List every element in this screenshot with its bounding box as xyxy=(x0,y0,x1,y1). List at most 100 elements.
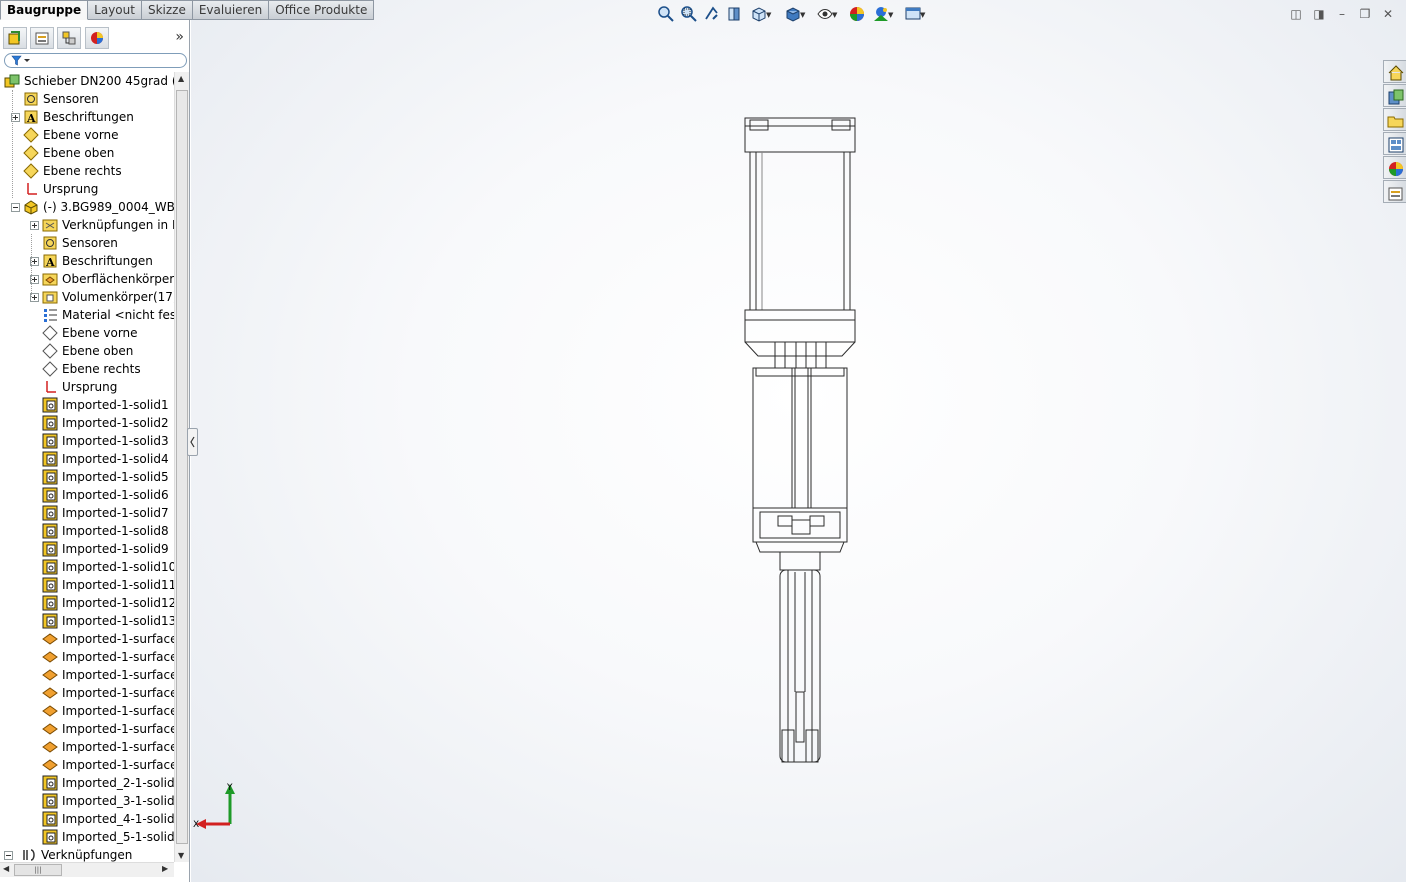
tree-item[interactable]: Imported-1-surface2 xyxy=(0,648,174,666)
tree-item[interactable]: Imported-1-surface1 xyxy=(0,630,174,648)
tree-item[interactable]: Verknüpfungen xyxy=(0,846,174,862)
tab-skizze[interactable]: Skizze xyxy=(141,0,193,20)
tree-item[interactable]: Ursprung xyxy=(0,378,174,396)
scroll-thumb[interactable] xyxy=(176,90,188,844)
configuration-manager-tab[interactable] xyxy=(57,27,81,49)
graphics-viewport[interactable]: ▼ ▼ ▼ ▼ ▼ Y X xyxy=(191,0,1406,882)
tree-item[interactable]: Imported-1-surface6 xyxy=(0,720,174,738)
tree-item[interactable]: Imported-1-solid13 xyxy=(0,612,174,630)
edit-appearance-button[interactable] xyxy=(848,5,868,25)
tree-item[interactable]: A Beschriftungen xyxy=(0,108,174,126)
display-manager-tab[interactable] xyxy=(85,27,109,49)
tree-item[interactable]: Ebene oben xyxy=(0,342,174,360)
zoom-to-area-button[interactable] xyxy=(680,5,700,25)
tab-evaluieren[interactable]: Evaluieren xyxy=(192,0,270,20)
tree-item[interactable]: Imported-1-surface7 xyxy=(0,738,174,756)
tree-item[interactable]: Ebene oben xyxy=(0,144,174,162)
apply-scene-button[interactable]: ▼ xyxy=(872,5,893,25)
scroll-thumb-horizontal[interactable]: ||| xyxy=(14,864,62,876)
custom-properties-icon xyxy=(1388,187,1403,201)
imported-solid-icon xyxy=(42,595,58,611)
collapse-icon[interactable] xyxy=(4,851,13,860)
tree-item[interactable]: Ebene vorne xyxy=(0,324,174,342)
solid-folder-icon xyxy=(42,289,58,305)
tree-item[interactable]: Material <nicht festg xyxy=(0,306,174,324)
scroll-left-icon[interactable]: ◀ xyxy=(3,864,9,873)
zoom-to-fit-button[interactable] xyxy=(657,5,677,25)
close-icon[interactable]: ✕ xyxy=(1380,6,1396,22)
tree-item[interactable]: Ebene rechts xyxy=(0,360,174,378)
tree-item[interactable]: Sensoren xyxy=(0,90,174,108)
tree-item[interactable]: Schieber DN200 45grad (Sta xyxy=(0,72,174,90)
scroll-right-icon[interactable]: ▶ xyxy=(162,864,168,873)
task-pane-view-palette-tab[interactable] xyxy=(1383,132,1406,155)
tree-item[interactable]: Imported-1-solid4 xyxy=(0,450,174,468)
tree-item[interactable]: Verknüpfungen in Ba xyxy=(0,216,174,234)
collapse-icon[interactable] xyxy=(11,203,20,212)
tree-item[interactable]: Imported-1-solid7 xyxy=(0,504,174,522)
view-orientation-button[interactable]: ▼ xyxy=(750,5,771,25)
tree-item[interactable]: Imported-1-solid2 xyxy=(0,414,174,432)
dropdown-arrow-icon[interactable]: ▼ xyxy=(800,11,805,19)
tree-item[interactable]: Imported-1-solid8 xyxy=(0,522,174,540)
feature-manager-tab[interactable] xyxy=(3,27,27,49)
task-pane-file-explorer-tab[interactable] xyxy=(1383,108,1406,131)
model-drawing[interactable] xyxy=(740,112,870,772)
tree-item[interactable]: (-) 3.BG989_0004_WB11_I xyxy=(0,198,174,216)
expand-icon[interactable] xyxy=(30,221,39,230)
tree-item[interactable]: Imported-1-solid6 xyxy=(0,486,174,504)
display-style-button[interactable]: ▼ xyxy=(784,5,805,25)
tree-item[interactable]: Imported-1-surface8 xyxy=(0,756,174,774)
tree-item[interactable]: Imported_3-1-solid1 xyxy=(0,792,174,810)
task-pane-home-tab[interactable] xyxy=(1383,60,1406,83)
tree-vertical-scrollbar[interactable]: ▲ ▼ xyxy=(174,72,189,862)
tree-item-label: Material <nicht festg xyxy=(62,308,174,322)
property-manager-tab[interactable] xyxy=(30,27,54,49)
task-pane-appearances-tab[interactable] xyxy=(1383,156,1406,179)
tree-item[interactable]: Imported-1-solid12 xyxy=(0,594,174,612)
scroll-up-icon[interactable]: ▲ xyxy=(178,74,184,83)
tree-item[interactable]: Imported-1-surface3 xyxy=(0,666,174,684)
scroll-down-icon[interactable]: ▼ xyxy=(178,851,184,860)
tree-item[interactable]: Imported-1-solid1 xyxy=(0,396,174,414)
tree-item[interactable]: A Beschriftungen xyxy=(0,252,174,270)
tree-item[interactable]: Sensoren xyxy=(0,234,174,252)
dropdown-arrow-icon[interactable]: ▼ xyxy=(766,11,771,19)
view-settings-button[interactable]: ▼ xyxy=(904,5,925,25)
tab-layout[interactable]: Layout xyxy=(88,0,142,20)
dropdown-arrow-icon[interactable]: ▼ xyxy=(832,11,837,19)
hide-show-items-button[interactable]: ▼ xyxy=(816,5,837,25)
tree-item[interactable]: Ursprung xyxy=(0,180,174,198)
section-view-button[interactable] xyxy=(726,5,746,25)
panel-expand-icon[interactable]: » xyxy=(175,29,184,45)
task-pane-design-library-tab[interactable] xyxy=(1383,84,1406,107)
tree-item[interactable]: Volumenkörper(17) xyxy=(0,288,174,306)
tree-item[interactable]: Imported_2-1-solid1 xyxy=(0,774,174,792)
tree-item[interactable]: Imported-1-surface4 xyxy=(0,684,174,702)
configuration-manager-icon xyxy=(62,31,76,45)
tile-right-icon[interactable]: ◨ xyxy=(1311,6,1327,22)
tile-left-icon[interactable]: ◫ xyxy=(1288,6,1304,22)
dropdown-arrow-icon[interactable]: ▼ xyxy=(888,11,893,19)
tree-item[interactable]: Imported-1-solid5 xyxy=(0,468,174,486)
previous-view-button[interactable] xyxy=(703,5,723,25)
tree-item[interactable]: Imported-1-solid10 xyxy=(0,558,174,576)
tree-item[interactable]: Imported_4-1-solid1 xyxy=(0,810,174,828)
tree-item[interactable]: Imported-1-solid11 xyxy=(0,576,174,594)
tree-item[interactable]: Imported-1-solid3 xyxy=(0,432,174,450)
tab-office-produkte[interactable]: Office Produkte xyxy=(269,0,375,20)
tree-item[interactable]: Ebene rechts xyxy=(0,162,174,180)
tree-item[interactable]: Oberflächenkörper(8) xyxy=(0,270,174,288)
tree-item[interactable]: Imported-1-surface5 xyxy=(0,702,174,720)
tree-horizontal-scrollbar[interactable]: ◀ ||| ▶ xyxy=(0,862,174,877)
minimize-icon[interactable]: – xyxy=(1334,6,1350,22)
panel-splitter[interactable] xyxy=(187,428,198,456)
task-pane-custom-properties-tab[interactable] xyxy=(1383,180,1406,203)
tree-item[interactable]: Imported-1-solid9 xyxy=(0,540,174,558)
tree-item[interactable]: Ebene vorne xyxy=(0,126,174,144)
tree-item[interactable]: Imported_5-1-solid1 xyxy=(0,828,174,846)
tree-filter[interactable] xyxy=(4,53,187,68)
restore-icon[interactable]: ❐ xyxy=(1357,6,1373,22)
tab-baugruppe[interactable]: Baugruppe xyxy=(0,0,89,20)
dropdown-arrow-icon[interactable]: ▼ xyxy=(920,11,925,19)
